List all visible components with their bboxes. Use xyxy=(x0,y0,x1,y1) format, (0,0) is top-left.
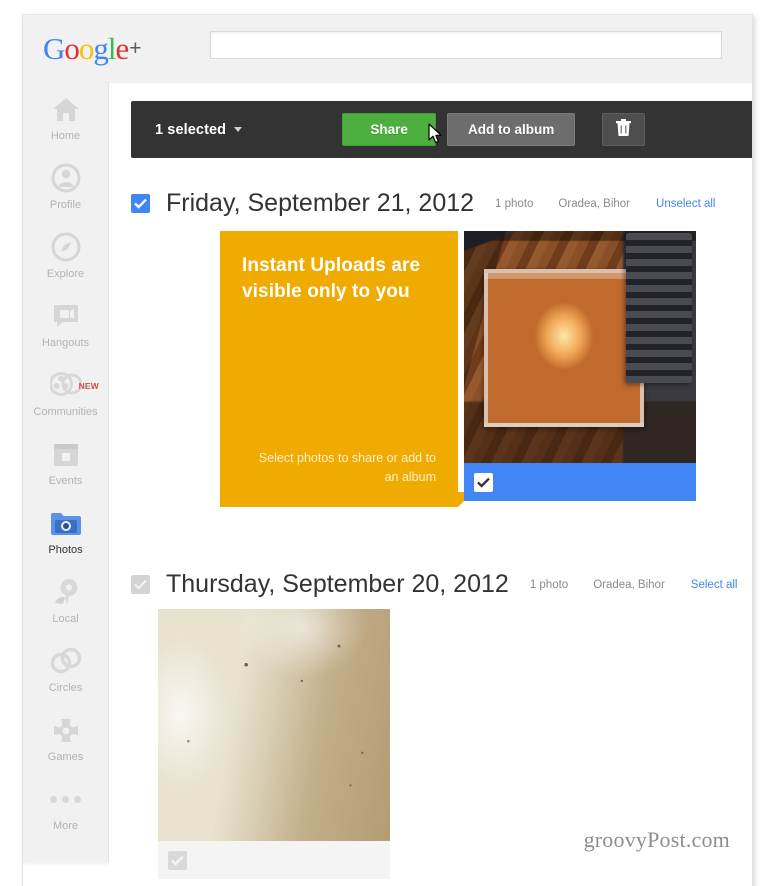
share-button[interactable]: Share xyxy=(342,113,437,146)
sidebar-item-photos[interactable]: Photos xyxy=(23,497,108,566)
foam-photo[interactable] xyxy=(158,609,390,841)
games-icon xyxy=(23,704,108,750)
trash-icon xyxy=(616,119,632,140)
logo-plus: + xyxy=(129,37,141,60)
sidebar-label: More xyxy=(52,820,79,832)
sidebar-item-explore[interactable]: Explore xyxy=(23,221,108,290)
group-location: Oradea, Bihor xyxy=(558,197,631,210)
events-icon xyxy=(23,428,108,474)
date-group-header: Friday, September 21, 2012 1 photo Orade… xyxy=(131,189,751,218)
google-plus-logo[interactable]: Google+ xyxy=(43,33,142,64)
sidebar-item-more[interactable]: More xyxy=(23,773,108,842)
cd-case-photo[interactable] xyxy=(464,231,696,463)
add-to-album-button[interactable]: Add to album xyxy=(447,113,576,146)
circles-icon xyxy=(23,635,108,681)
selected-count-dropdown[interactable]: 1 selected xyxy=(155,121,243,138)
group-date-title: Friday, September 21, 2012 xyxy=(166,189,475,217)
sidebar-item-home[interactable]: Home xyxy=(23,83,108,152)
left-sidebar: Home Profile Explore Hangouts NEW Commun… xyxy=(23,83,109,863)
watermark: groovyPost.com xyxy=(583,827,730,852)
sidebar-label: Home xyxy=(50,130,81,142)
sidebar-label: Communities xyxy=(33,406,98,418)
photos-icon xyxy=(23,497,108,543)
date-group-header: Thursday, September 20, 2012 1 photo Ora… xyxy=(131,570,751,599)
more-dots-icon xyxy=(23,773,108,819)
home-icon xyxy=(23,83,108,129)
sidebar-label: Hangouts xyxy=(41,337,90,349)
sidebar-item-hangouts[interactable]: Hangouts xyxy=(23,290,108,359)
search-input[interactable] xyxy=(210,31,722,59)
photos-main-content: 1 selected Share Add to album Friday, Se… xyxy=(109,83,752,886)
photo-selection-bar xyxy=(464,463,696,501)
group-select-checkbox[interactable] xyxy=(131,575,150,594)
instant-uploads-promo-card: Instant Uploads are visible only to you … xyxy=(220,231,473,507)
communities-new-badge: NEW xyxy=(78,381,99,391)
sidebar-label: Photos xyxy=(48,544,83,556)
photo-checkbox[interactable] xyxy=(474,472,493,492)
profile-icon xyxy=(23,152,108,198)
google-plus-page: Google+ Home Profile Explore Hangouts NE… xyxy=(22,14,753,886)
group-photo-count: 1 photo xyxy=(495,197,534,210)
selection-action-bar: 1 selected Share Add to album xyxy=(131,101,752,158)
group-select-checkbox[interactable] xyxy=(131,194,150,213)
sidebar-label: Games xyxy=(47,751,84,763)
sidebar-item-games[interactable]: Games xyxy=(23,704,108,773)
hangouts-icon xyxy=(23,290,108,336)
sidebar-label: Events xyxy=(48,475,83,487)
top-bar: Google+ xyxy=(23,15,752,84)
local-icon xyxy=(23,566,108,612)
sidebar-item-events[interactable]: Events xyxy=(23,428,108,497)
sidebar-label: Explore xyxy=(46,268,85,280)
sidebar-item-profile[interactable]: Profile xyxy=(23,152,108,221)
promo-title: Instant Uploads are visible only to you xyxy=(242,255,421,302)
photo-checkbox[interactable] xyxy=(168,850,187,870)
selected-count-label: 1 selected xyxy=(155,121,227,138)
photo-selection-bar xyxy=(158,841,390,879)
chevron-down-icon xyxy=(234,127,243,132)
sidebar-item-local[interactable]: Local xyxy=(23,566,108,635)
group-photo-count: 1 photo xyxy=(529,578,569,591)
group-location: Oradea, Bihor xyxy=(593,578,665,591)
delete-button[interactable] xyxy=(602,113,646,146)
photo-tile[interactable] xyxy=(158,609,390,879)
explore-icon xyxy=(23,221,108,267)
screenshot-root: Google+ Home Profile Explore Hangouts NE… xyxy=(0,0,773,886)
promo-footer-text: Select photos to share or add to an albu… xyxy=(258,451,436,484)
sidebar-label: Profile xyxy=(49,199,82,211)
group-select-all-link[interactable]: Select all xyxy=(691,579,738,591)
group-date-title: Thursday, September 20, 2012 xyxy=(166,570,509,598)
photo-tile[interactable] xyxy=(464,231,696,501)
sidebar-label: Local xyxy=(52,613,79,625)
sidebar-item-circles[interactable]: Circles xyxy=(23,635,108,704)
group-select-all-link[interactable]: Unselect all xyxy=(656,198,715,210)
sidebar-label: Circles xyxy=(48,682,83,694)
sidebar-item-communities[interactable]: NEW Communities xyxy=(23,359,108,428)
